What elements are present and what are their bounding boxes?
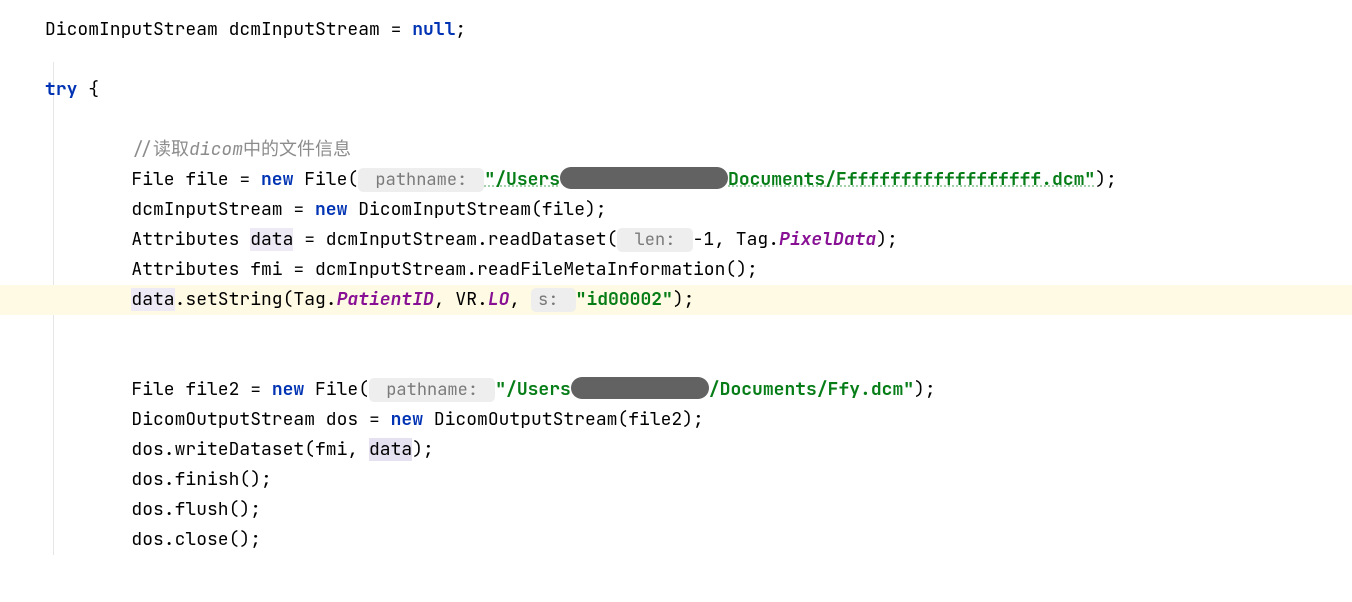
code-line[interactable]: dcmInputStream = new DicomInputStream(fi… <box>45 195 1352 225</box>
code-text: = dcmInputStream.readDataset( <box>293 228 617 251</box>
code-line[interactable]: dos.writeDataset(fmi, data); <box>45 435 1352 465</box>
code-line[interactable]: //读取dicom中的文件信息 <box>45 135 1352 165</box>
code-line[interactable]: DicomOutputStream dos = new DicomOutputS… <box>45 405 1352 435</box>
highlighted-variable: data <box>369 438 412 461</box>
code-text: dos.flush(); <box>45 498 261 521</box>
code-text: Attributes fmi = dcmInputStream.readFile… <box>45 258 758 281</box>
code-editor[interactable]: DicomInputStream dcmInputStream = null; … <box>0 0 1352 575</box>
code-line-current[interactable]: data.setString(Tag.PatientID, VR.LO, s: … <box>0 285 1352 315</box>
code-line[interactable]: File file = new File( pathname: "/Users D… <box>45 165 1352 195</box>
static-member: LO <box>488 288 510 311</box>
code-text: -1, Tag. <box>693 228 779 251</box>
code-text: { <box>77 78 99 101</box>
code-text: ); <box>1095 168 1117 191</box>
redacted-text <box>560 167 728 189</box>
keyword-new: new <box>391 408 423 431</box>
code-line[interactable]: Attributes fmi = dcmInputStream.readFile… <box>45 255 1352 285</box>
code-line[interactable]: DicomInputStream dcmInputStream = null; <box>45 15 1352 45</box>
code-line[interactable]: Attributes data = dcmInputStream.readDat… <box>45 225 1352 255</box>
code-text: dcmInputStream = <box>45 198 315 221</box>
code-text: DicomInputStream(file); <box>347 198 606 221</box>
string-literal: /Documents/Ffy.dcm" <box>709 378 914 401</box>
code-line-blank[interactable] <box>45 105 1352 135</box>
code-line[interactable]: File file2 = new File( pathname: "/Users… <box>45 375 1352 405</box>
string-literal: "/Users <box>484 168 560 191</box>
code-text: DicomOutputStream(file2); <box>423 408 704 431</box>
code-line[interactable]: dos.close(); <box>45 525 1352 555</box>
code-text: DicomOutputStream dos = <box>45 408 391 431</box>
code-line[interactable]: dos.finish(); <box>45 465 1352 495</box>
code-text: File file = <box>45 168 261 191</box>
keyword-new: new <box>261 168 293 191</box>
param-hint-len: len: <box>617 228 692 252</box>
highlighted-variable: data <box>131 288 174 311</box>
code-text: ); <box>673 288 695 311</box>
keyword-new: new <box>315 198 347 221</box>
redacted-text <box>571 377 709 399</box>
code-text: DicomInputStream dcmInputStream = <box>45 18 412 41</box>
code-text: Attributes <box>45 228 250 251</box>
highlighted-variable: data <box>250 228 293 251</box>
code-text: File( <box>293 168 358 191</box>
code-indent <box>45 138 131 161</box>
param-hint-pathname: pathname: <box>358 168 484 192</box>
code-line-blank[interactable] <box>45 315 1352 345</box>
code-text: dos.writeDataset(fmi, <box>45 438 369 461</box>
code-text: ); <box>876 228 898 251</box>
static-member: PatientID <box>337 288 434 311</box>
comment: //读取dicom中的文件信息 <box>131 138 351 161</box>
string-literal: "/Users <box>495 378 571 401</box>
code-line[interactable]: try { <box>45 75 1352 105</box>
param-hint-s: s: <box>531 288 576 312</box>
keyword-try: try <box>45 78 77 101</box>
param-hint-pathname: pathname: <box>369 378 495 402</box>
keyword-new: new <box>272 378 304 401</box>
string-literal: Documents/Fffffffffffffffffff.dcm" <box>728 168 1095 191</box>
code-text: , VR. <box>434 288 488 311</box>
code-line-blank[interactable] <box>45 345 1352 375</box>
code-text: dos.finish(); <box>45 468 272 491</box>
code-text: , <box>509 288 531 311</box>
code-line-blank[interactable] <box>45 45 1352 75</box>
keyword-null: null <box>412 18 455 41</box>
code-indent <box>45 288 131 311</box>
string-literal: "id00002" <box>576 288 673 311</box>
code-text: dos.close(); <box>45 528 261 551</box>
static-member: PixelData <box>779 228 876 251</box>
code-text: File( <box>304 378 369 401</box>
code-line[interactable]: dos.flush(); <box>45 495 1352 525</box>
code-text: File file2 = <box>45 378 272 401</box>
code-text: ; <box>455 18 466 41</box>
code-text: ); <box>914 378 936 401</box>
code-text: .setString(Tag. <box>175 288 337 311</box>
code-text: ); <box>412 438 434 461</box>
